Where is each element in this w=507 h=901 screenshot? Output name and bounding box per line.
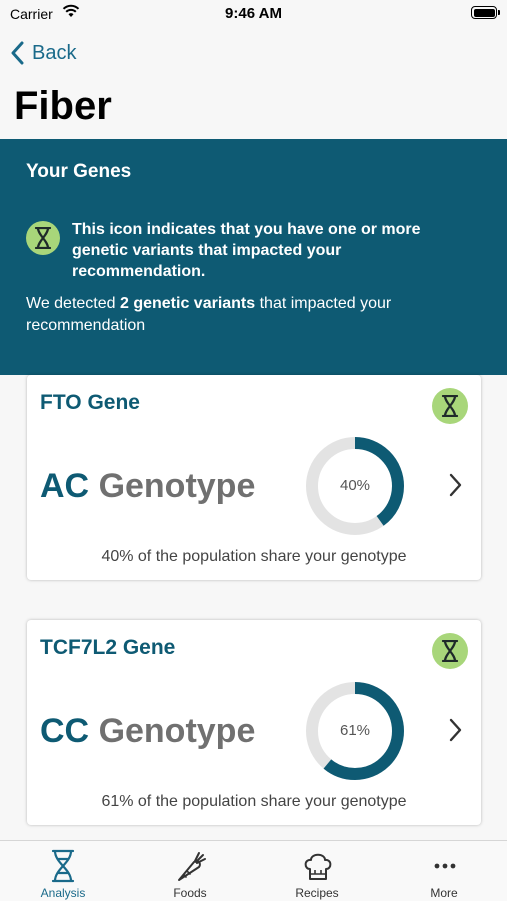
- chevron-left-icon: [11, 41, 24, 65]
- tab-recipes[interactable]: Recipes: [254, 841, 380, 901]
- tab-label: More: [430, 886, 458, 900]
- donut-percent-label: 40%: [339, 477, 371, 494]
- genotype: CC Genotype: [40, 712, 255, 751]
- status-bar: Carrier 9:46 AM: [0, 0, 507, 28]
- chevron-right-icon: [449, 718, 462, 742]
- genotype-code: AC: [40, 467, 90, 505]
- share-text: 61% of the population share your genotyp…: [101, 793, 407, 810]
- clock: 9:46 AM: [225, 5, 282, 22]
- carrot-icon: [178, 852, 206, 881]
- genotype-label: Genotype: [98, 712, 256, 750]
- variants-prefix: We detected: [26, 295, 120, 312]
- dna-icon: [432, 633, 468, 669]
- genotype-code: CC: [40, 712, 90, 750]
- tab-label: Foods: [173, 886, 207, 900]
- battery-icon: [471, 6, 500, 19]
- icon-note-text: This icon indicates that you have one or…: [72, 221, 421, 280]
- variants-text: We detected 2 genetic variants that impa…: [26, 293, 486, 337]
- tab-bar: Analysis Foods Recipes More: [0, 840, 507, 901]
- tab-foods[interactable]: Foods: [127, 841, 253, 901]
- chef-hat-icon: [304, 853, 332, 880]
- page-title: Fiber: [14, 84, 112, 128]
- dna-icon: [26, 221, 60, 255]
- donut-percent-label: 61%: [339, 722, 371, 739]
- back-button[interactable]: Back: [10, 38, 76, 68]
- tab-more[interactable]: More: [381, 841, 507, 901]
- genes-panel: Your Genes This icon indicates that you …: [0, 139, 507, 375]
- share-text: 40% of the population share your genotyp…: [101, 548, 407, 565]
- genotype: AC Genotype: [40, 467, 255, 506]
- tab-label: Recipes: [295, 886, 339, 900]
- dna-icon: [51, 849, 75, 883]
- back-label: Back: [32, 41, 77, 64]
- variants-count: 2 genetic variants: [119, 295, 256, 312]
- gene-card-fto[interactable]: FTO Gene AC Genotype 40% 40% of the popu…: [27, 375, 481, 580]
- genes-title: Your Genes: [26, 161, 132, 182]
- genotype-label: Genotype: [98, 467, 256, 505]
- dna-icon: [432, 388, 468, 424]
- more-icon: [434, 863, 456, 869]
- gene-card-tcf7l2[interactable]: TCF7L2 Gene CC Genotype 61% 61% of the p…: [27, 620, 481, 825]
- gene-name: TCF7L2 Gene: [40, 636, 176, 659]
- chevron-right-icon: [449, 473, 462, 497]
- tab-label: Analysis: [40, 886, 86, 900]
- tab-analysis[interactable]: Analysis: [0, 841, 126, 901]
- gene-name: FTO Gene: [40, 391, 140, 414]
